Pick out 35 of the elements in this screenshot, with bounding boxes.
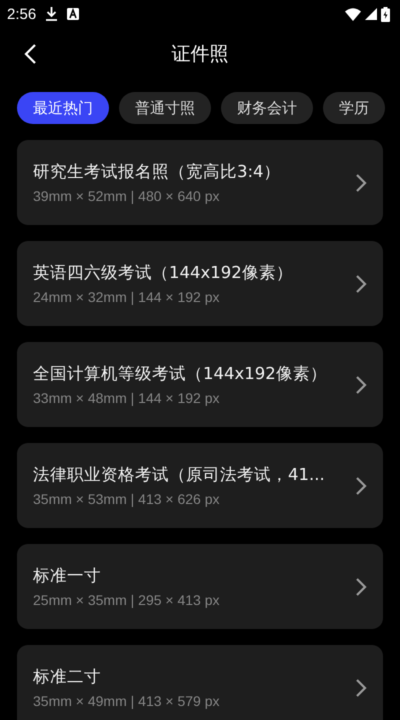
photo-spec-card[interactable]: 标准一寸 25mm × 35mm | 295 × 413 px <box>17 544 383 629</box>
download-icon <box>46 7 58 21</box>
keyboard-icon <box>67 8 80 20</box>
spec-title: 全国计算机等级考试（144x192像素） <box>33 363 328 385</box>
chevron-right-icon <box>355 172 367 192</box>
chevron-right-icon <box>355 274 367 294</box>
status-time: 2:56 <box>7 6 36 22</box>
photo-spec-card[interactable]: 全国计算机等级考试（144x192像素） 33mm × 48mm | 144 × 192 px <box>17 342 383 427</box>
category-tab[interactable]: 普通寸照 <box>119 92 211 124</box>
spec-size: 25mm × 35mm | 295 × 413 px <box>33 592 221 608</box>
chevron-right-icon <box>355 476 367 496</box>
category-tab[interactable]: 财务会计 <box>221 92 313 124</box>
spec-title: 标准二寸 <box>33 666 102 688</box>
category-tab[interactable]: 最近热门 <box>17 92 109 124</box>
spec-title: 英语四六级考试（144x192像素） <box>33 262 294 284</box>
spec-title: 法律职业资格考试（原司法考试，41... <box>33 464 326 486</box>
spec-title: 研究生考试报名照（宽高比3:4） <box>33 161 282 183</box>
battery-icon <box>381 6 390 22</box>
spec-size: 39mm × 52mm | 480 × 640 px <box>33 188 221 204</box>
page-title: 证件照 <box>172 42 228 67</box>
photo-spec-card[interactable]: 标准二寸 35mm × 49mm | 413 × 579 px <box>17 645 383 720</box>
spec-size: 35mm × 53mm | 413 × 626 px <box>33 491 221 507</box>
wifi-icon <box>345 8 361 20</box>
spec-size: 35mm × 49mm | 413 × 579 px <box>33 693 221 709</box>
chevron-right-icon <box>355 678 367 698</box>
chevron-right-icon <box>355 576 367 596</box>
signal-icon <box>365 8 377 20</box>
photo-spec-card[interactable]: 法律职业资格考试（原司法考试，41... 35mm × 53mm | 413 × 626 px <box>17 443 383 528</box>
chevron-right-icon <box>355 374 367 394</box>
spec-size: 33mm × 48mm | 144 × 192 px <box>33 390 221 406</box>
spec-size: 24mm × 32mm | 144 × 192 px <box>33 289 221 305</box>
photo-spec-card[interactable]: 研究生考试报名照（宽高比3:4） 39mm × 52mm | 480 × 640 px <box>17 140 383 225</box>
spec-title: 标准一寸 <box>33 565 102 587</box>
photo-spec-card[interactable]: 英语四六级考试（144x192像素） 24mm × 32mm | 144 × 192 px <box>17 241 383 326</box>
category-tab[interactable]: 学历 <box>323 92 385 124</box>
